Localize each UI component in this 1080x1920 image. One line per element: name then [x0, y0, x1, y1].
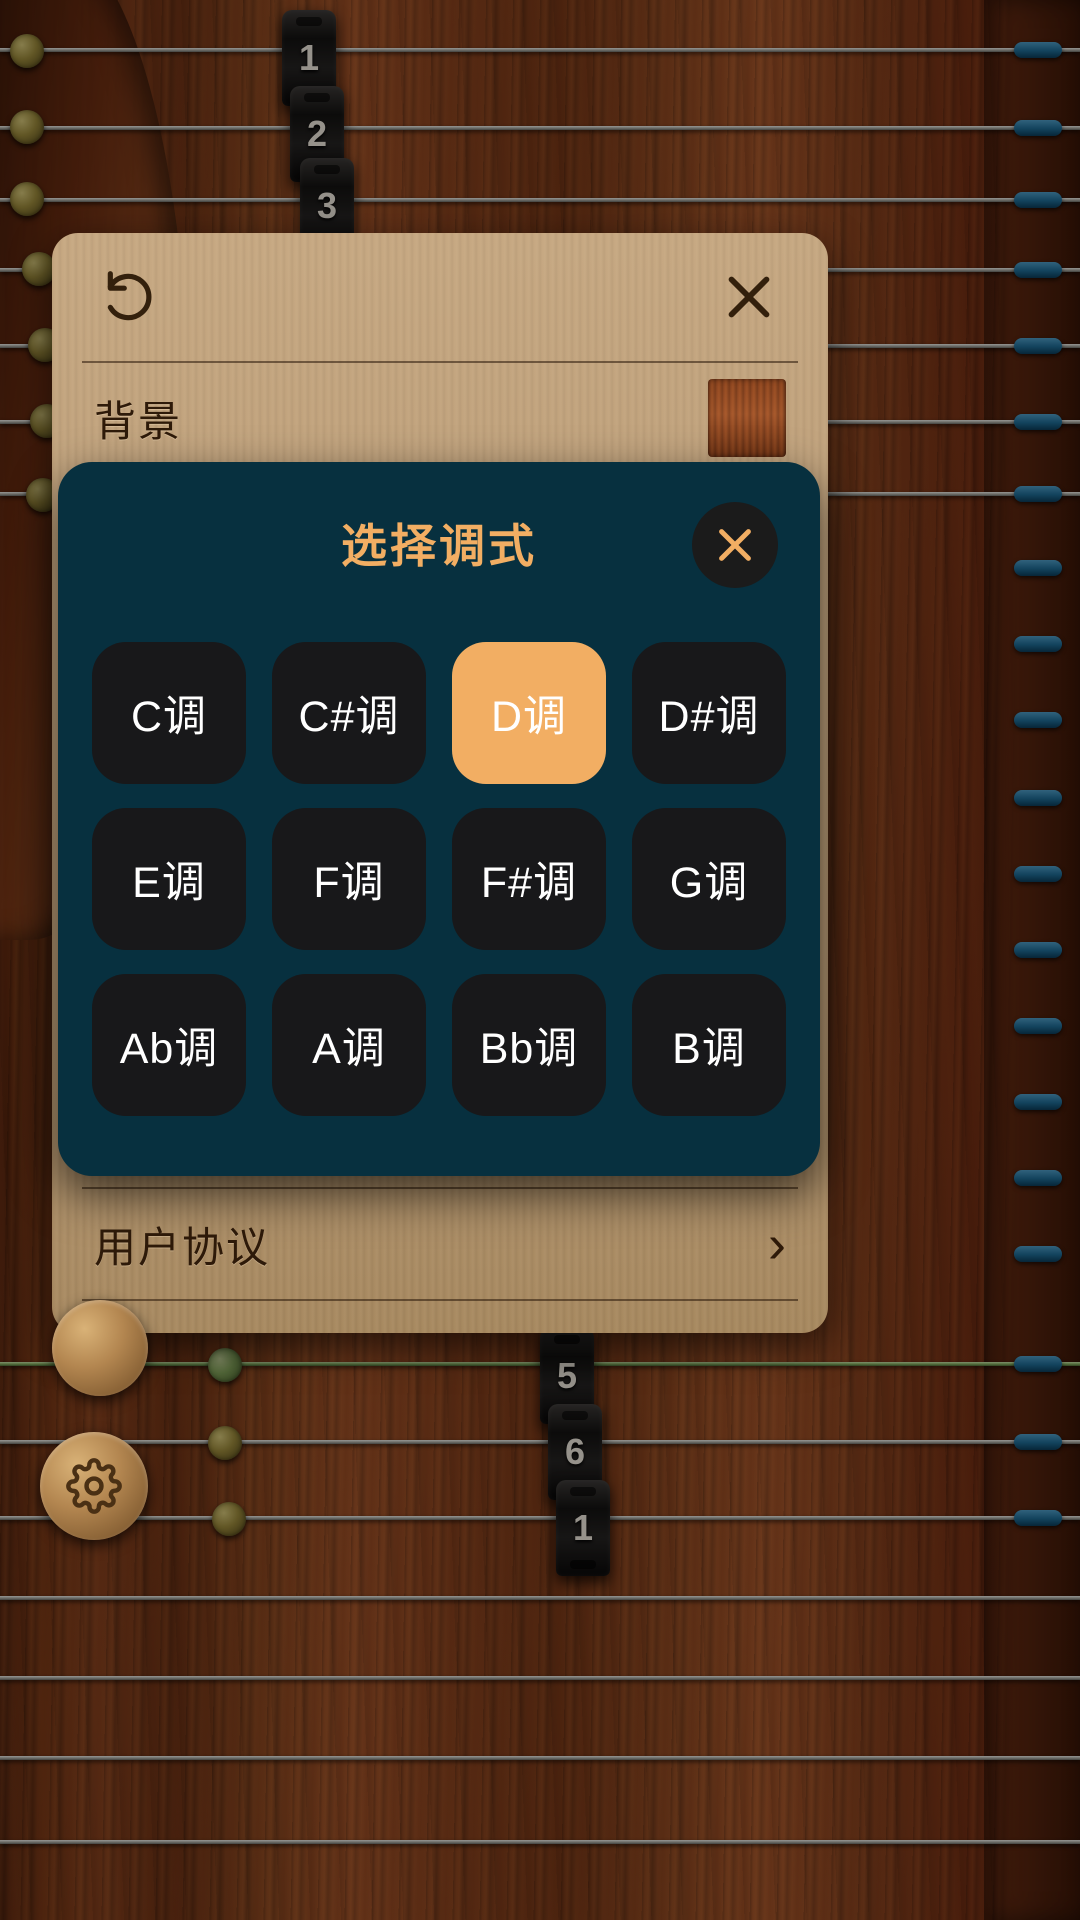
key-button-a[interactable]: A调	[272, 974, 426, 1116]
restore-rotate-icon[interactable]	[94, 260, 168, 334]
settings-fab[interactable]	[40, 1432, 148, 1540]
key-button-e[interactable]: E调	[92, 808, 246, 950]
board-knob-top[interactable]	[52, 1300, 148, 1396]
close-icon[interactable]	[692, 502, 778, 588]
key-button-c-sharp[interactable]: C#调	[272, 642, 426, 784]
close-icon[interactable]	[712, 260, 786, 334]
chevron-right-icon: ›	[768, 1214, 786, 1274]
divider	[82, 1299, 798, 1301]
settings-row-label: 用户协议	[94, 1223, 271, 1271]
settings-row-label: 背景	[94, 397, 183, 445]
key-button-g[interactable]: G调	[632, 808, 786, 950]
gear-icon	[66, 1458, 122, 1514]
key-button-c[interactable]: C调	[92, 642, 246, 784]
key-select-dialog: 选择调式 C调 C#调 D调 D#调 E调 F调 F#调 G调 Ab调 A调 B…	[58, 462, 820, 1176]
key-button-a-flat[interactable]: Ab调	[92, 974, 246, 1116]
key-button-b-flat[interactable]: Bb调	[452, 974, 606, 1116]
key-dialog-header: 选择调式	[58, 462, 820, 642]
key-button-d-sharp[interactable]: D#调	[632, 642, 786, 784]
key-button-d[interactable]: D调	[452, 642, 606, 784]
key-button-f[interactable]: F调	[272, 808, 426, 950]
settings-row-background[interactable]: 背景	[52, 363, 828, 473]
background-color-swatch[interactable]	[708, 379, 786, 457]
settings-row-user-agreement[interactable]: 用户协议 ›	[52, 1189, 828, 1299]
key-button-f-sharp[interactable]: F#调	[452, 808, 606, 950]
settings-panel-header	[52, 233, 828, 361]
key-button-grid: C调 C#调 D调 D#调 E调 F调 F#调 G调 Ab调 A调 Bb调 B调	[58, 642, 820, 1116]
key-button-b[interactable]: B调	[632, 974, 786, 1116]
